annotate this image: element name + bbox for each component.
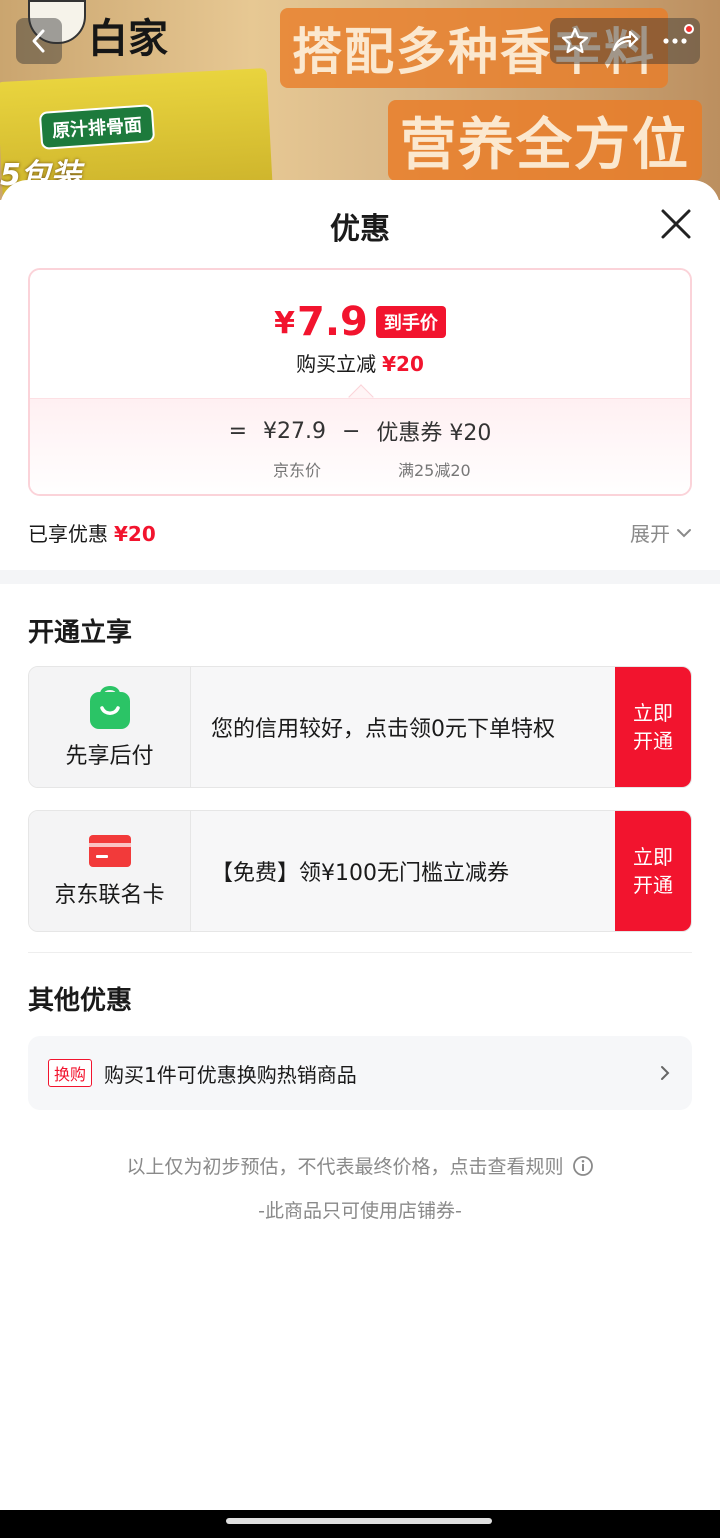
back-button[interactable] <box>16 18 62 64</box>
system-nav-bar <box>0 1510 720 1538</box>
enjoyed-discount-label: 已享优惠 <box>28 522 108 546</box>
other-section-title: 其他优惠 <box>28 986 133 1016</box>
chevron-down-icon <box>677 528 691 537</box>
co-brand-name: 京东联名卡 <box>54 883 165 908</box>
enjoyed-discount: 已享优惠 ¥20 <box>28 518 156 547</box>
price-disclaimer[interactable]: 以上仅为初步预估，不代表最终价格，点击查看规则 <box>0 1152 720 1179</box>
price-breakdown-card: ¥ 7.9 到手价 购买立减 ¥20 = ¥27.9 − 优惠券 ¥20 京东价 … <box>28 268 692 496</box>
info-icon[interactable] <box>572 1155 594 1177</box>
coupon-amount: 优惠券 ¥20 <box>376 421 492 446</box>
minus-sign: − <box>341 418 361 444</box>
currency-symbol: ¥ <box>274 306 295 341</box>
sheet-title: 优惠 <box>330 212 390 247</box>
price-formula-area: = ¥27.9 − 优惠券 ¥20 京东价 满25减20 <box>30 398 690 494</box>
co-brand-card[interactable]: 京东联名卡 【免费】领¥100无门槛立减券 立即开通 <box>28 810 692 932</box>
instant-discount-amount: ¥20 <box>382 352 424 376</box>
final-price-badge: 到手价 <box>375 306 446 338</box>
share-icon[interactable] <box>610 26 640 56</box>
star-icon[interactable] <box>560 26 590 56</box>
discount-sheet: 优惠 ¥ 7.9 到手价 购买立减 ¥20 = ¥27.9 − 优惠券 ¥20 京… <box>0 180 720 1510</box>
co-brand-desc: 【免费】领¥100无门槛立减券 <box>191 811 615 931</box>
jd-price-label: 京东价 <box>273 461 322 480</box>
credit-card-icon <box>88 835 131 867</box>
pay-later-desc: 您的信用较好，点击领0元下单特权 <box>191 667 615 787</box>
price-disclaimer-text: 以上仅为初步预估，不代表最终价格，点击查看规则 <box>126 1156 564 1178</box>
jd-price: ¥27.9 <box>263 418 326 444</box>
home-indicator[interactable] <box>226 1518 492 1524</box>
chevron-left-icon <box>32 29 45 53</box>
final-price: 7.9 <box>297 299 368 345</box>
trade-in-text: 购买1件可优惠换购热销商品 <box>104 1062 357 1087</box>
product-banner: 白家 原汁排骨面 5包装 搭配多种香辛料 营养全方位 <box>0 0 720 200</box>
instant-discount-label: 购买立减 <box>296 352 377 376</box>
thin-divider <box>28 952 692 953</box>
pay-later-card[interactable]: 先享后付 您的信用较好，点击领0元下单特权 立即开通 <box>28 666 692 788</box>
package-label: 原汁排骨面 <box>38 104 156 150</box>
top-action-group <box>550 18 700 64</box>
co-brand-open-button[interactable]: 立即开通 <box>615 811 691 931</box>
enjoyed-discount-amount: ¥20 <box>114 522 156 546</box>
notification-dot <box>684 24 694 34</box>
shop-coupon-note: -此商品只可使用店铺券- <box>258 1200 462 1222</box>
expand-button[interactable]: 展开 <box>630 518 692 547</box>
equals-sign: = <box>228 418 247 444</box>
chevron-right-icon <box>661 1066 670 1080</box>
trade-in-offer-row[interactable]: 换购 购买1件可优惠换购热销商品 <box>28 1036 692 1110</box>
co-brand-brand: 京东联名卡 <box>29 811 191 931</box>
shopping-bag-icon <box>89 686 130 729</box>
pay-later-open-button[interactable]: 立即开通 <box>615 667 691 787</box>
expand-label: 展开 <box>630 522 670 546</box>
section-divider <box>0 570 720 584</box>
coupon-rule: 满25减20 <box>398 461 471 480</box>
close-icon[interactable] <box>660 208 692 240</box>
final-price-area: ¥ 7.9 到手价 购买立减 ¥20 <box>30 270 690 398</box>
banner-slogan-2: 营养全方位 <box>388 100 702 181</box>
pay-later-brand: 先享后付 <box>29 667 191 787</box>
instant-discount-line: 购买立减 ¥20 <box>30 348 690 377</box>
brand-logo: 白家 <box>88 15 168 62</box>
open-section-title: 开通立享 <box>28 618 133 648</box>
trade-in-tag: 换购 <box>48 1059 93 1087</box>
pay-later-name: 先享后付 <box>65 744 154 769</box>
